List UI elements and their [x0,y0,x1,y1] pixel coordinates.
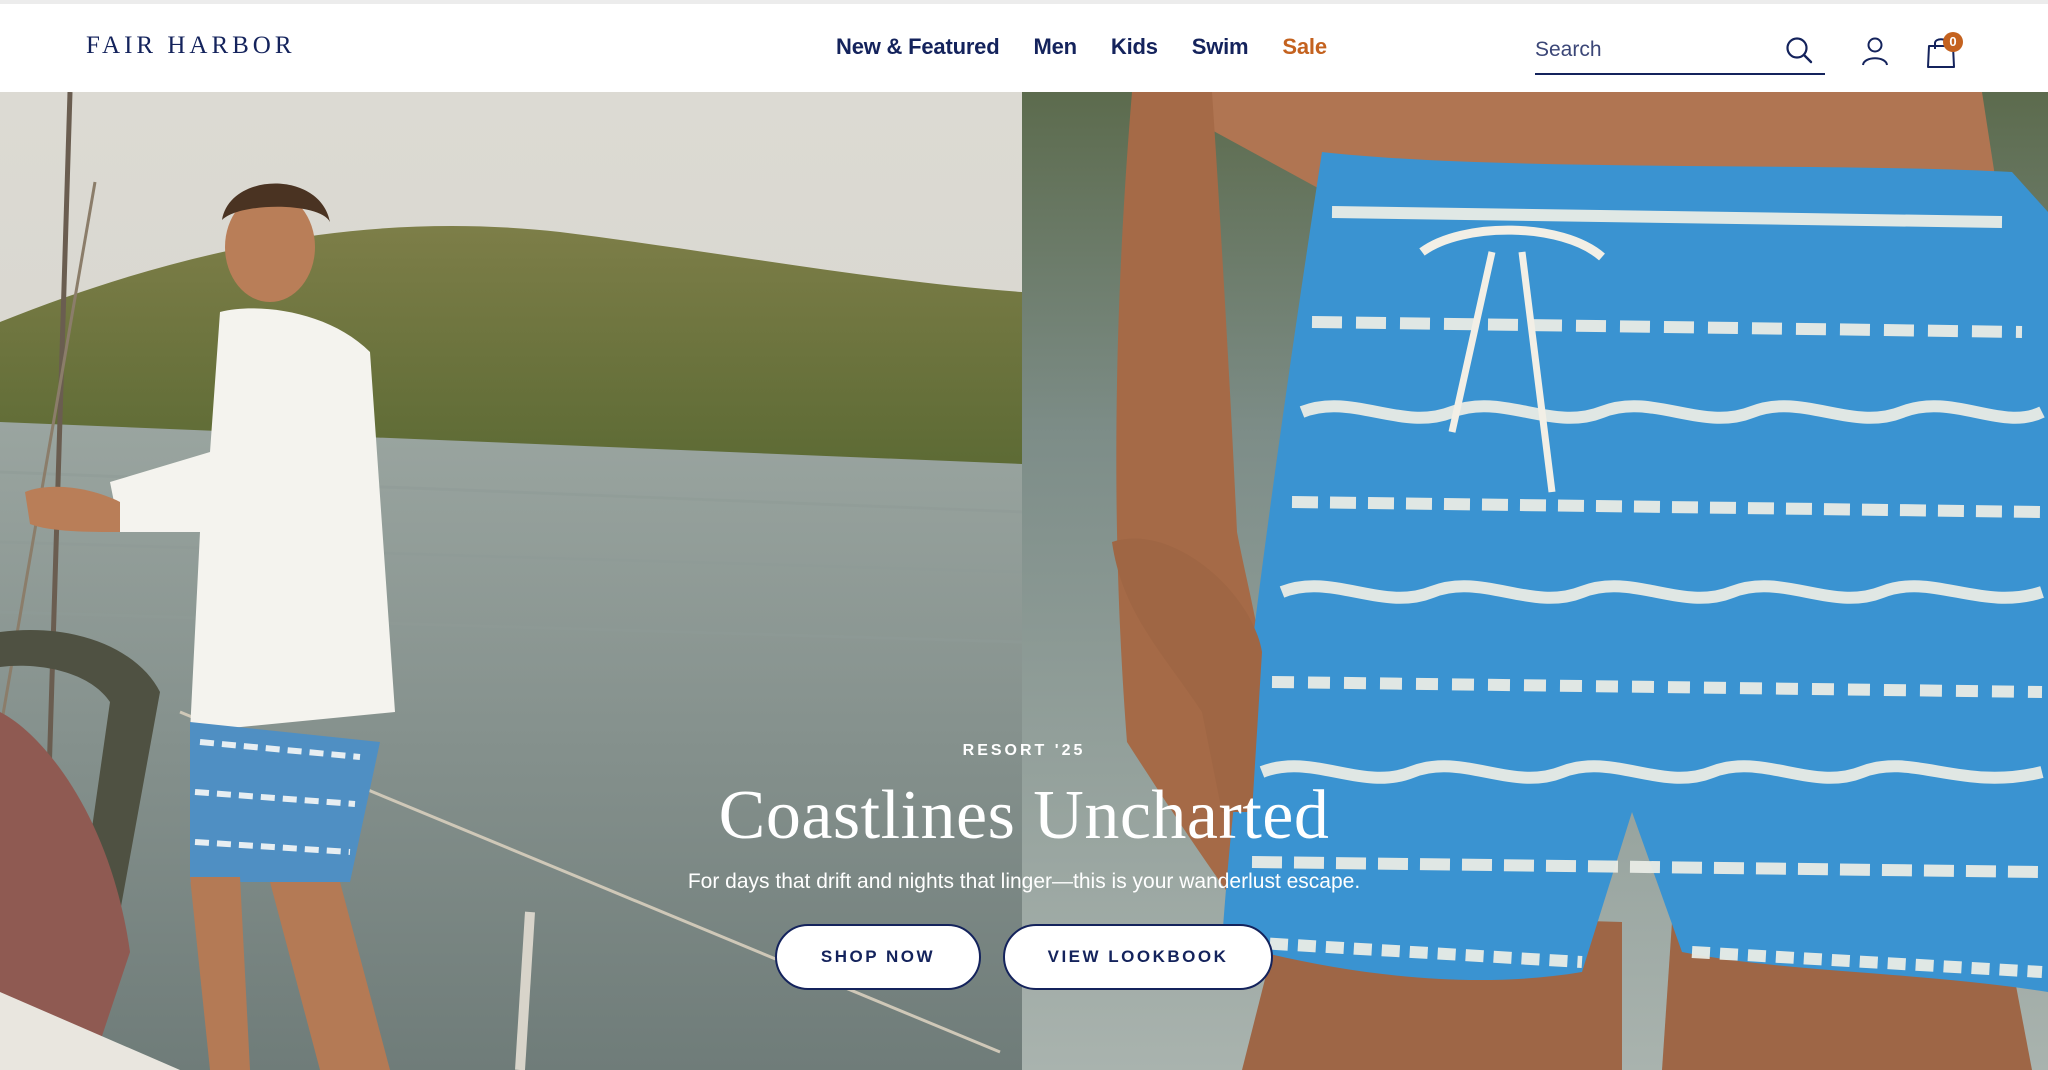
hero-subhead: For days that drift and nights that ling… [687,870,1361,893]
cart-count-badge: 0 [1943,32,1963,52]
search-input[interactable] [1535,32,1775,68]
view-lookbook-button[interactable]: VIEW LOOKBOOK [1003,924,1273,990]
main-nav: New & Featured Men Kids Swim Sale [836,34,1327,60]
search-icon[interactable] [1785,36,1813,64]
cart-button[interactable]: 0 [1926,32,1966,70]
hero-copy: RESORT '25 Coastlines Uncharted For days… [0,742,2048,990]
nav-item-men[interactable]: Men [1033,34,1077,60]
nav-item-swim[interactable]: Swim [1192,34,1249,60]
nav-item-sale[interactable]: Sale [1282,34,1327,60]
search-bar [1535,30,1825,75]
site-header: FAIR HARBOR New & Featured Men Kids Swim… [0,4,2048,92]
shop-now-button[interactable]: SHOP NOW [775,924,981,990]
account-icon[interactable] [1861,36,1889,66]
nav-item-kids[interactable]: Kids [1111,34,1158,60]
hero-eyebrow: RESORT '25 [962,742,1086,759]
brand-logo[interactable]: FAIR HARBOR [86,32,296,60]
hero-cta-row: SHOP NOW VIEW LOOKBOOK [0,924,2048,990]
hero-banner: RESORT '25 Coastlines Uncharted For days… [0,92,2048,1070]
hero-headline: Coastlines Uncharted [718,777,1330,854]
nav-item-new-featured[interactable]: New & Featured [836,34,1000,60]
